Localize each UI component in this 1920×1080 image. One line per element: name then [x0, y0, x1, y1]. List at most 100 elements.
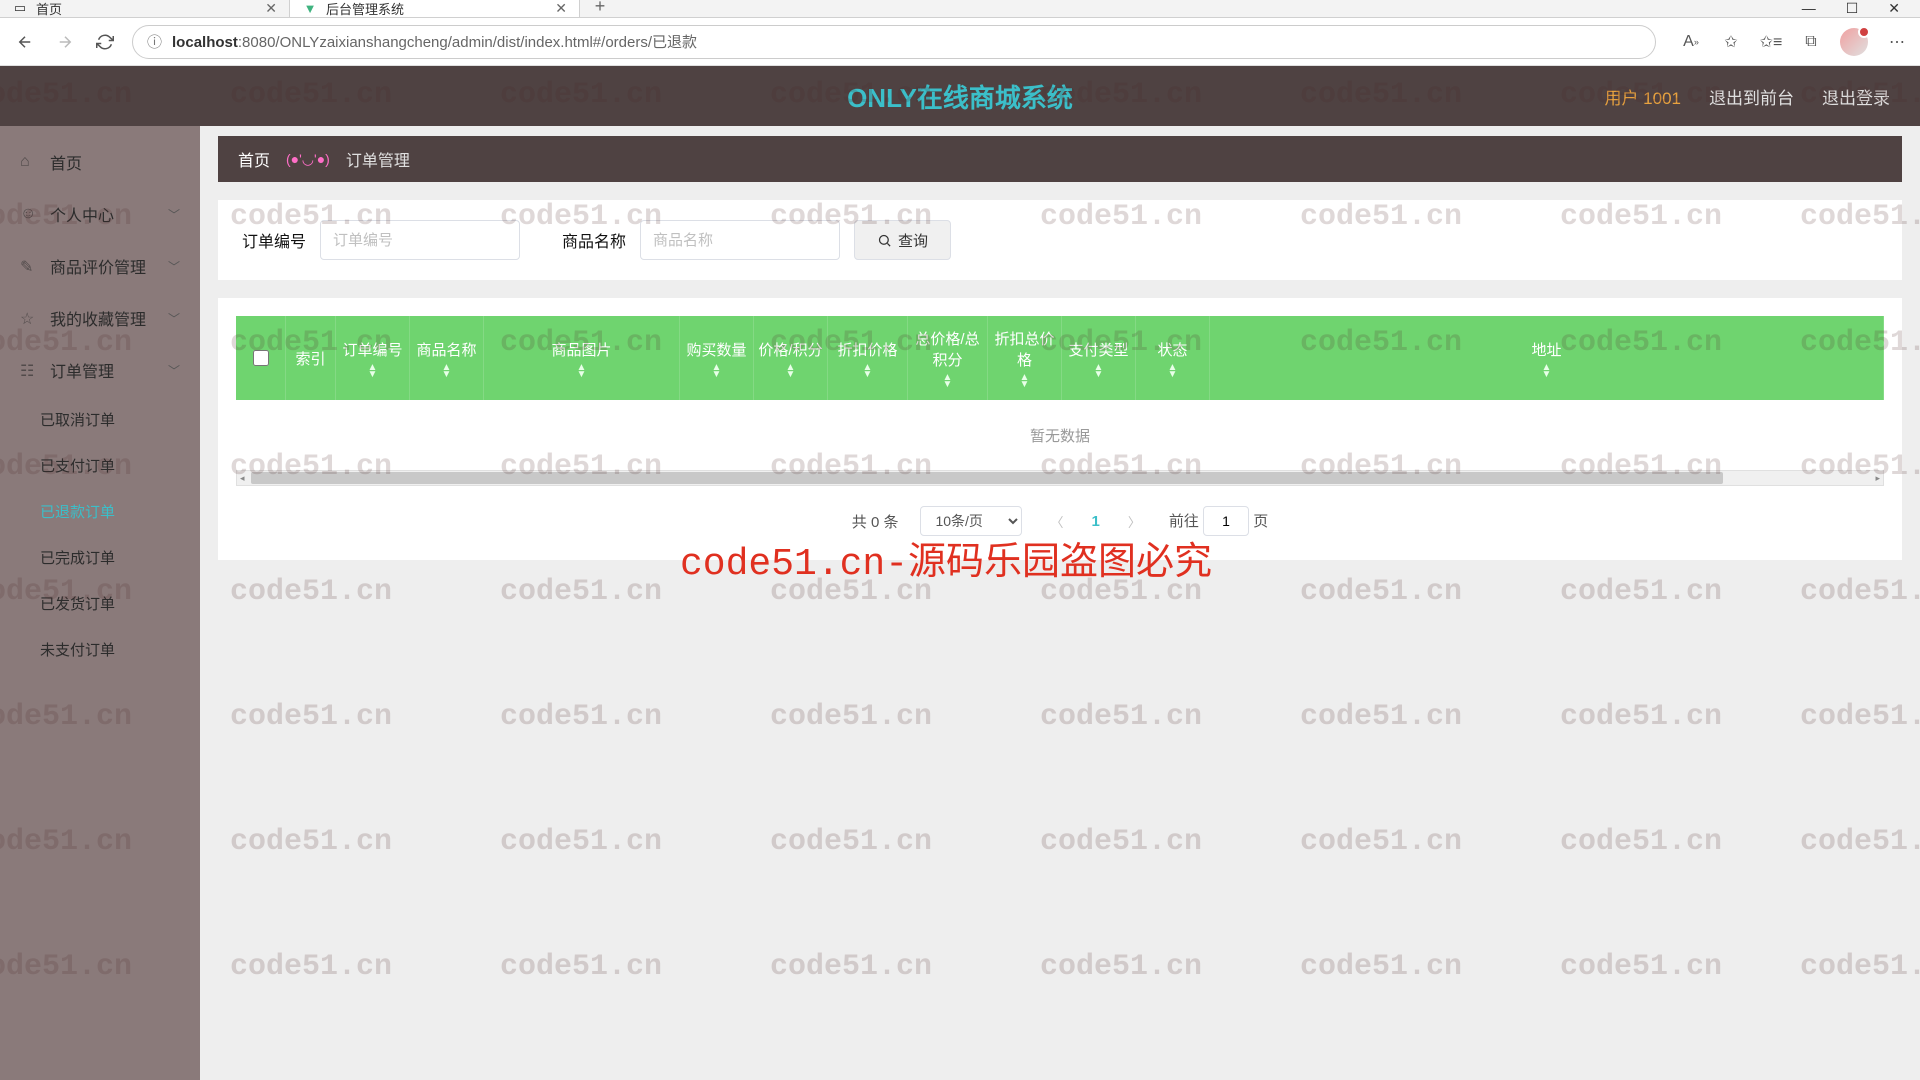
tab-title: 后台管理系统: [326, 0, 404, 18]
close-icon[interactable]: ✕: [265, 0, 277, 17]
current-page[interactable]: 1: [1091, 513, 1099, 530]
goto-page-input[interactable]: [1203, 506, 1249, 536]
breadcrumb-home[interactable]: 首页: [238, 147, 270, 171]
breadcrumb-current: 订单管理: [346, 147, 410, 171]
user-icon: ☺: [20, 205, 38, 223]
more-icon[interactable]: ⋯: [1886, 31, 1908, 53]
horizontal-scrollbar[interactable]: [236, 470, 1884, 486]
sidebar-sub-paid[interactable]: 已支付订单: [0, 442, 200, 488]
back-button[interactable]: [12, 29, 38, 55]
url-text: localhost:8080/ONLYzaixianshangcheng/adm…: [172, 31, 697, 52]
table-col-orderno[interactable]: 订单编号▲▼: [336, 316, 410, 400]
select-all-col: [236, 316, 286, 400]
sidebar-item-favorites[interactable]: ☆ 我的收藏管理 ﹀: [0, 292, 200, 344]
sidebar-sub-completed[interactable]: 已完成订单: [0, 534, 200, 580]
scrollbar-thumb[interactable]: [251, 472, 1723, 484]
vue-icon: ▼: [302, 0, 318, 16]
prev-page-button[interactable]: 〈: [1044, 512, 1069, 531]
close-window-button[interactable]: ✕: [1888, 0, 1900, 17]
tab-title: 首页: [36, 0, 62, 18]
product-name-input[interactable]: [640, 220, 840, 260]
table-col-paytype[interactable]: 支付类型▲▼: [1062, 316, 1136, 400]
url-input[interactable]: ⓘ localhost:8080/ONLYzaixianshangcheng/a…: [132, 25, 1656, 59]
sidebar-item-label: 订单管理: [50, 358, 114, 382]
sidebar-item-profile[interactable]: ☺ 个人中心 ﹀: [0, 188, 200, 240]
sort-icon: ▲▼: [1542, 364, 1552, 378]
breadcrumb-separator: (●'◡'●): [286, 151, 330, 168]
sort-icon: ▲▼: [786, 364, 796, 378]
app-title: ONLY在线商城系统: [847, 78, 1073, 115]
search-panel: 订单编号 商品名称 查询: [218, 200, 1902, 280]
sidebar-item-orders[interactable]: ☷ 订单管理 ﹀: [0, 344, 200, 396]
sidebar-sub-unpaid[interactable]: 未支付订单: [0, 626, 200, 672]
sidebar-item-label: 个人中心: [50, 202, 114, 226]
review-icon: ✎: [20, 257, 38, 275]
goto-suffix: 页: [1253, 513, 1268, 530]
user-info[interactable]: 用户 1001: [1604, 84, 1681, 109]
browser-tab-2[interactable]: ▼ 后台管理系统 ✕: [290, 0, 580, 17]
sort-icon: ▲▼: [577, 364, 587, 378]
address-bar: ⓘ localhost:8080/ONLYzaixianshangcheng/a…: [0, 18, 1920, 66]
browser-tab-1[interactable]: ▭ 首页 ✕: [0, 0, 290, 17]
logout-link[interactable]: 退出登录: [1822, 84, 1890, 109]
pager-total: 共 0 条: [852, 511, 899, 532]
search-icon: [877, 233, 892, 248]
table-col-address[interactable]: 地址▲▼: [1210, 316, 1884, 400]
table-col-disc-total[interactable]: 折扣总价格▲▼: [988, 316, 1062, 400]
browser-tab-strip: ▭ 首页 ✕ ▼ 后台管理系统 ✕ + — ☐ ✕: [0, 0, 1920, 18]
sort-icon: ▲▼: [368, 364, 378, 378]
next-page-button[interactable]: 〉: [1122, 512, 1147, 531]
select-all-checkbox[interactable]: [253, 350, 269, 366]
order-icon: ☷: [20, 361, 38, 379]
table-col-discount[interactable]: 折扣价格▲▼: [828, 316, 908, 400]
table-col-product[interactable]: 商品名称▲▼: [410, 316, 484, 400]
sidebar-item-label: 首页: [50, 150, 82, 174]
sort-icon: ▲▼: [442, 364, 452, 378]
sidebar-sub-cancelled[interactable]: 已取消订单: [0, 396, 200, 442]
minimize-button[interactable]: —: [1802, 0, 1816, 17]
product-name-label: 商品名称: [562, 228, 626, 252]
sidebar-sub-shipped[interactable]: 已发货订单: [0, 580, 200, 626]
table-empty: 暂无数据: [236, 400, 1884, 470]
favorite-icon[interactable]: ✩: [1720, 31, 1742, 53]
close-icon[interactable]: ✕: [555, 0, 567, 17]
main-content: 首页 (●'◡'●) 订单管理 订单编号 商品名称 查询 索引 订单编号▲▼: [200, 126, 1920, 1080]
home-icon: ⌂: [20, 153, 38, 171]
search-button[interactable]: 查询: [854, 220, 951, 260]
page-size-select[interactable]: 10条/页: [920, 506, 1022, 536]
sort-icon: ▲▼: [863, 364, 873, 378]
app-header: ONLY在线商城系统 用户 1001 退出到前台 退出登录: [0, 66, 1920, 126]
sidebar-item-home[interactable]: ⌂ 首页: [0, 136, 200, 188]
read-aloud-icon[interactable]: A»: [1680, 31, 1702, 53]
sort-icon: ▲▼: [943, 374, 953, 388]
site-info-icon[interactable]: ⓘ: [147, 31, 162, 52]
table-col-status[interactable]: 状态▲▼: [1136, 316, 1210, 400]
order-no-label: 订单编号: [242, 228, 306, 252]
table-col-qty[interactable]: 购买数量▲▼: [680, 316, 754, 400]
favorites-bar-icon[interactable]: ✩≡: [1760, 31, 1782, 53]
sidebar-item-label: 商品评价管理: [50, 254, 146, 278]
order-no-input[interactable]: [320, 220, 520, 260]
to-frontend-link[interactable]: 退出到前台: [1709, 84, 1794, 109]
collections-icon[interactable]: ⧉: [1800, 31, 1822, 53]
star-icon: ☆: [20, 309, 38, 327]
forward-button[interactable]: [52, 29, 78, 55]
sidebar-item-label: 我的收藏管理: [50, 306, 146, 330]
new-tab-button[interactable]: +: [580, 0, 620, 17]
chevron-down-icon: ﹀: [168, 362, 180, 379]
chevron-down-icon: ﹀: [168, 206, 180, 223]
maximize-button[interactable]: ☐: [1846, 0, 1859, 17]
table-panel: 索引 订单编号▲▼ 商品名称▲▼ 商品图片▲▼ 购买数量▲▼ 价格/积分▲▼ 折…: [218, 298, 1902, 560]
table-header-row: 索引 订单编号▲▼ 商品名称▲▼ 商品图片▲▼ 购买数量▲▼ 价格/积分▲▼ 折…: [236, 316, 1884, 400]
table-col-image[interactable]: 商品图片▲▼: [484, 316, 680, 400]
table-col-index[interactable]: 索引: [286, 316, 336, 400]
sidebar-item-reviews[interactable]: ✎ 商品评价管理 ﹀: [0, 240, 200, 292]
table-col-total[interactable]: 总价格/总积分▲▼: [908, 316, 988, 400]
chevron-down-icon: ﹀: [168, 258, 180, 275]
table-col-price[interactable]: 价格/积分▲▼: [754, 316, 828, 400]
profile-avatar[interactable]: [1840, 28, 1868, 56]
pagination: 共 0 条 10条/页 〈 1 〉 前往 页: [236, 486, 1884, 542]
reload-button[interactable]: [92, 29, 118, 55]
sort-icon: ▲▼: [1168, 364, 1178, 378]
sidebar-sub-refunded[interactable]: 已退款订单: [0, 488, 200, 534]
